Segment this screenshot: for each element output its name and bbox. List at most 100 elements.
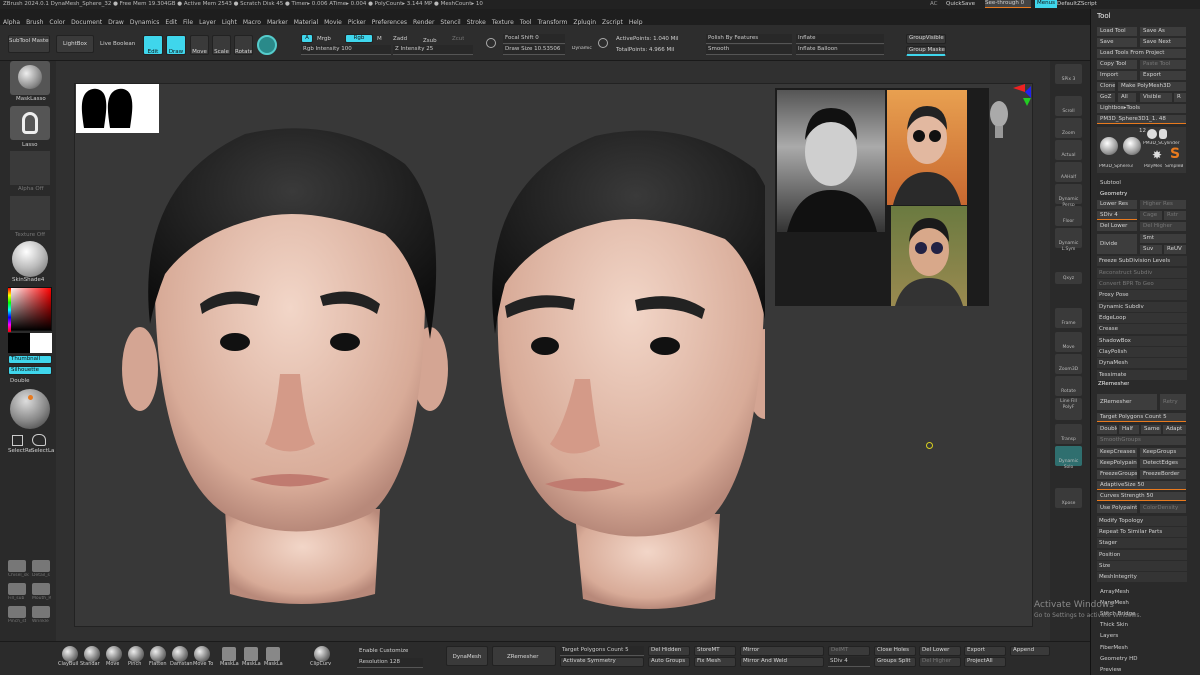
moveto-brush-icon[interactable] (194, 646, 210, 662)
copy-tool-button[interactable]: Copy Tool (1097, 60, 1137, 69)
floor-button[interactable]: Floor (1055, 206, 1082, 226)
polyf-button[interactable]: Line Fill PolyF (1055, 398, 1082, 420)
freezegroups-button[interactable]: FreezeGroups (1097, 470, 1137, 479)
keepcreases-button[interactable]: KeepCreases (1097, 448, 1137, 457)
keeppolypaint-button[interactable]: KeepPolypaint (1097, 459, 1137, 468)
ac-label[interactable]: AC (930, 1, 938, 7)
texture-slot[interactable] (10, 196, 50, 230)
select-rect-icon[interactable] (12, 435, 23, 446)
fibermesh-section[interactable]: FiberMesh (1100, 645, 1128, 651)
goz-all-button[interactable]: All (1118, 93, 1136, 102)
lower-res-button[interactable]: Lower Res (1097, 200, 1137, 209)
mirror-button[interactable]: Mirror (740, 646, 824, 656)
solo-button[interactable]: Dynamic Solo (1055, 446, 1082, 470)
smoothgroups-slider[interactable]: SmoothGroups (1097, 436, 1186, 445)
lasso-stroke-icon[interactable] (10, 106, 50, 140)
lsym-button[interactable]: Dynamic L.Sym (1055, 228, 1082, 252)
alpha-slot[interactable] (10, 151, 50, 185)
close-holes-button[interactable]: Close Holes (874, 646, 916, 656)
subtool-master-button[interactable]: SubTool Master (8, 35, 50, 53)
fix-mesh-button[interactable]: Fix Mesh (694, 657, 736, 667)
smooth-slider[interactable]: Smooth (706, 45, 792, 55)
masklasso-brush-icon[interactable] (10, 61, 50, 95)
live-boolean-button[interactable]: Live Boolean (100, 41, 135, 47)
clipcurve-brush-icon[interactable] (314, 646, 330, 662)
adaptivesize-slider[interactable]: AdaptiveSize 50 (1097, 481, 1186, 490)
primary-color-swatch[interactable] (8, 333, 30, 353)
colordensity-slider[interactable]: ColorDensity (1140, 504, 1186, 513)
export-button[interactable]: Export (964, 646, 1006, 656)
axis-gizmo-icon[interactable] (1011, 84, 1033, 108)
brush-thumb-icon[interactable] (8, 583, 26, 595)
paste-tool-button[interactable]: Paste Tool (1140, 60, 1186, 69)
del-lower-button[interactable]: Del Lower (919, 646, 961, 656)
focal-shift-slider[interactable]: Focal Shift 0 (503, 34, 565, 44)
save-button[interactable]: Save (1097, 38, 1137, 47)
dynamesh-button[interactable]: DynaMesh (446, 646, 488, 666)
tool-panel-header[interactable]: Tool (1097, 12, 1111, 20)
sdiv-slider[interactable]: SDiv 4 (828, 657, 870, 667)
select-lasso-icon[interactable] (32, 434, 46, 446)
goz-visible-button[interactable]: Visible (1140, 93, 1172, 102)
adapt-button[interactable]: Adapt (1163, 425, 1186, 434)
curves-strength-slider[interactable]: Curves Strength 50 (1097, 492, 1186, 501)
divide-button[interactable]: Divide (1097, 234, 1137, 254)
use-polypaint-button[interactable]: Use Polypaint (1097, 504, 1137, 513)
double-button[interactable]: Double (1097, 425, 1117, 434)
sphere-tool-icon[interactable] (1123, 137, 1141, 155)
dynamesh-section[interactable]: DynaMesh (1097, 358, 1187, 368)
del-hidden-button[interactable]: Del Hidden (648, 646, 690, 656)
zadd-button[interactable]: Zadd (393, 36, 407, 42)
flatten-brush-icon[interactable] (150, 646, 166, 662)
del-higher-button[interactable]: Del Higher (919, 657, 961, 667)
edit-mode-button[interactable]: Edit (143, 35, 163, 55)
inflate-balloon-slider[interactable]: Inflate Balloon (796, 45, 884, 55)
suv-button[interactable]: Suv (1140, 245, 1162, 254)
proxy-pose-section[interactable]: Proxy Pose (1097, 290, 1187, 300)
lightbox-tools-button[interactable]: Lightbox▸Tools (1097, 104, 1186, 113)
view-sphere-icon[interactable] (10, 389, 50, 429)
viewport-canvas[interactable] (74, 83, 1033, 627)
lightbox-button[interactable]: LightBox (56, 35, 94, 53)
navigation-head-icon[interactable] (987, 96, 1011, 140)
xpose-button[interactable]: Xpose (1055, 488, 1082, 508)
current-tool-slider[interactable]: PM3D_Sphere3D1_1. 48 (1097, 115, 1186, 124)
reuv-button[interactable]: ReUV (1164, 245, 1186, 254)
target-polygons-slider[interactable]: Target Polygons Count 5 (560, 646, 644, 656)
brush-thumb-icon[interactable] (8, 560, 26, 572)
sculpt-heads[interactable] (105, 124, 765, 624)
import-button[interactable]: Import (1097, 71, 1137, 80)
zoom-button[interactable]: Zoom (1055, 118, 1082, 138)
export-button[interactable]: Export (1140, 71, 1186, 80)
scroll-button[interactable]: Scroll (1055, 96, 1082, 116)
sphere-small-icon[interactable] (1147, 129, 1157, 139)
append-button[interactable]: Append (1010, 646, 1050, 656)
thumbnail-button[interactable]: Thumbnail (8, 355, 52, 364)
target-polygons-slider[interactable]: Target Polygons Count 5 (1097, 413, 1186, 422)
rotate-mode-button[interactable]: Rotate (234, 35, 253, 55)
dynamic-button[interactable]: Dynamic (572, 46, 592, 51)
zremesher-section[interactable]: ZRemesher (1098, 381, 1129, 387)
silhouette-button[interactable]: Silhouette (8, 366, 52, 375)
preview-section[interactable]: Preview (1100, 667, 1121, 673)
half-button[interactable]: Half (1119, 425, 1139, 434)
goz-r-button[interactable]: R (1174, 93, 1186, 102)
load-tool-button[interactable]: Load Tool (1097, 27, 1137, 36)
resolution-slider[interactable]: Resolution 128 (357, 658, 423, 668)
rstr-button[interactable]: Rstr (1164, 211, 1186, 220)
group-visible-button[interactable]: GroupVisible (906, 34, 946, 44)
rgb-intensity-slider[interactable]: Rgb Intensity 100 (301, 45, 391, 55)
move-mode-button[interactable]: Move (190, 35, 209, 55)
brush-thumb-icon[interactable] (32, 606, 50, 618)
m-button[interactable]: M (377, 36, 382, 42)
sdiv-slider[interactable]: SDiv 4 (1097, 211, 1137, 220)
same-button[interactable]: Same (1141, 425, 1161, 434)
size-section[interactable]: Size (1097, 561, 1187, 571)
projectall-button[interactable]: ProjectAll (964, 657, 1006, 667)
polish-features-slider[interactable]: Polish By Features (706, 34, 792, 44)
claypolish-section[interactable]: ClayPolish (1097, 347, 1187, 357)
freeze-subdiv-button[interactable]: Freeze SubDivision Levels (1097, 256, 1187, 266)
tool-thumbnails[interactable]: 12 ✸ S PM3D_Sphere3 PolyMes SimpleB PM3D… (1097, 127, 1186, 173)
brush-thumb-icon[interactable] (32, 583, 50, 595)
spix-button[interactable]: SPix 3 (1055, 64, 1082, 84)
